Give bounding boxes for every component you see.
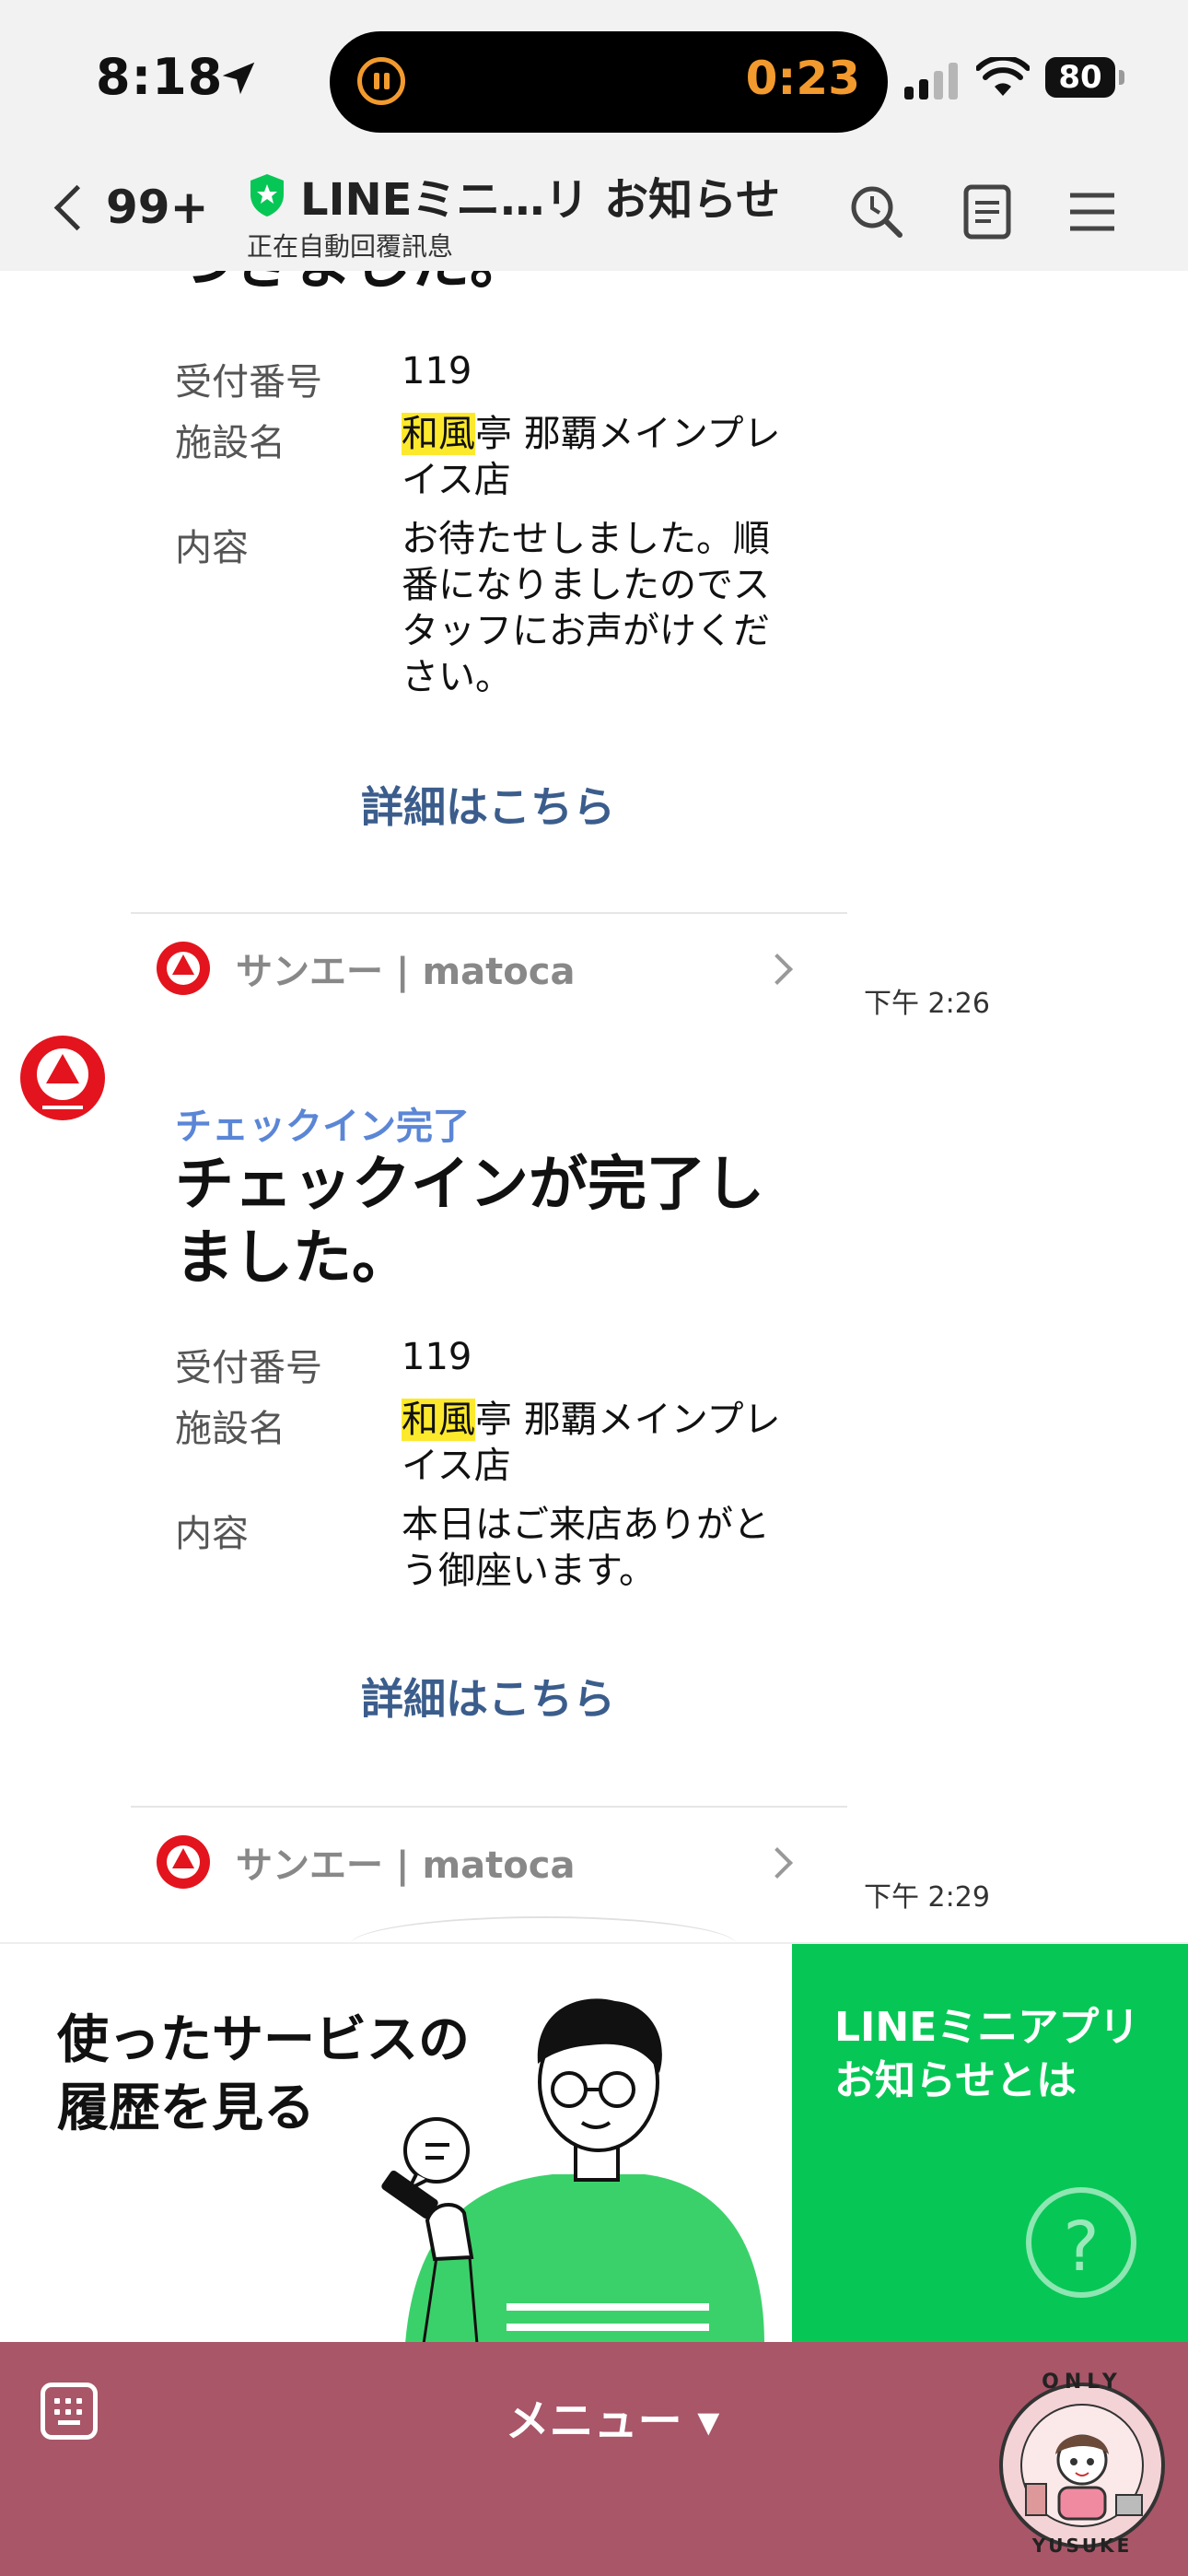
- avatar[interactable]: [20, 1036, 105, 1120]
- value-facility: 和風亭 那覇メインプレイス店: [402, 413, 781, 501]
- status-bar: 8:18 0:23 80: [0, 0, 1188, 157]
- value-receipt-number: 119: [402, 350, 472, 392]
- source-row[interactable]: サンエー | matoca: [157, 1830, 820, 1894]
- recording-timer: 0:23: [745, 52, 860, 105]
- status-time: 8:18: [96, 48, 224, 106]
- pause-icon[interactable]: [357, 57, 405, 105]
- chat-title: LINEミニ…リ お知らせ: [300, 174, 781, 226]
- details-link[interactable]: 詳細はこちら: [313, 774, 663, 835]
- only-yusuke-sticker: ONLY YUSUKE: [999, 2371, 1165, 2557]
- label-content: 内容: [175, 1513, 249, 1555]
- back-chevron-icon: [53, 184, 100, 230]
- label-facility: 施設名: [175, 422, 285, 464]
- back-button[interactable]: 99+: [46, 175, 208, 240]
- rich-menu-banner: 使ったサービスの履歴を見る LINEミニアプリお知らせとは ?: [0, 1942, 1188, 2344]
- source-name: サンエー | matoca: [236, 1844, 576, 1887]
- notes-icon[interactable]: [954, 179, 1020, 245]
- sanei-logo-icon: [157, 942, 210, 995]
- value-content: 本日はご来店ありがとう御座います。: [402, 1504, 770, 1592]
- details-link[interactable]: 詳細はこちら: [313, 1666, 663, 1727]
- source-name: サンエー | matoca: [236, 951, 576, 993]
- message-heading: つきました。: [175, 271, 529, 295]
- label-receipt-number: 受付番号: [175, 361, 322, 404]
- message-tag: チェックイン完了: [175, 1106, 470, 1148]
- svg-text:ONLY: ONLY: [1042, 2371, 1123, 2394]
- message-time: 下午 2:26: [864, 988, 990, 1020]
- source-row[interactable]: サンエー | matoca: [157, 936, 820, 1001]
- divider: [131, 912, 847, 914]
- keyboard-icon[interactable]: [41, 2383, 98, 2440]
- label-facility: 施設名: [175, 1408, 285, 1450]
- svg-text:YUSUKE: YUSUKE: [1031, 2535, 1133, 2557]
- menu-toggle-button[interactable]: メニュー ▾: [460, 2384, 764, 2449]
- battery-icon: 80: [1045, 57, 1124, 98]
- about-mini-app-notice-button[interactable]: LINEミニアプリお知らせとは ?: [792, 1944, 1188, 2344]
- divider: [131, 1806, 847, 1808]
- about-notice-text: LINEミニアプリお知らせとは: [834, 2004, 1140, 2104]
- chevron-right-icon: [762, 954, 793, 985]
- sanei-logo-icon: [157, 1835, 210, 1889]
- hamburger-menu-icon[interactable]: [1059, 179, 1125, 245]
- signal-icon: [904, 61, 961, 100]
- unread-count: 99+: [106, 181, 209, 234]
- location-arrow-icon: [222, 62, 255, 95]
- label-receipt-number: 受付番号: [175, 1347, 322, 1389]
- wifi-icon: [976, 57, 1030, 96]
- label-content: 内容: [175, 527, 249, 569]
- message-time: 下午 2:29: [864, 1881, 990, 1914]
- dynamic-island[interactable]: 0:23: [330, 31, 888, 133]
- shield-icon: [250, 174, 284, 217]
- chat-header: 99+ LINEミニ…リ お知らせ 正在自動回覆訊息: [0, 157, 1188, 271]
- value-receipt-number: 119: [402, 1336, 472, 1378]
- search-icon[interactable]: [844, 179, 910, 245]
- value-facility: 和風亭 那覇メインプレイス店: [402, 1399, 781, 1487]
- message-heading: チェックインが完了しました。: [175, 1151, 764, 1293]
- help-icon[interactable]: ?: [1026, 2187, 1136, 2298]
- value-content: お待たせしました。順番になりましたのでスタッフにお声がけください。: [402, 518, 770, 698]
- auto-reply-status: 正在自動回覆訊息: [247, 231, 454, 262]
- chevron-right-icon: [762, 1847, 793, 1879]
- person-with-phone-illustration: [381, 1998, 764, 2344]
- chat-title-block[interactable]: LINEミニ…リ お知らせ 正在自動回覆訊息: [247, 162, 818, 262]
